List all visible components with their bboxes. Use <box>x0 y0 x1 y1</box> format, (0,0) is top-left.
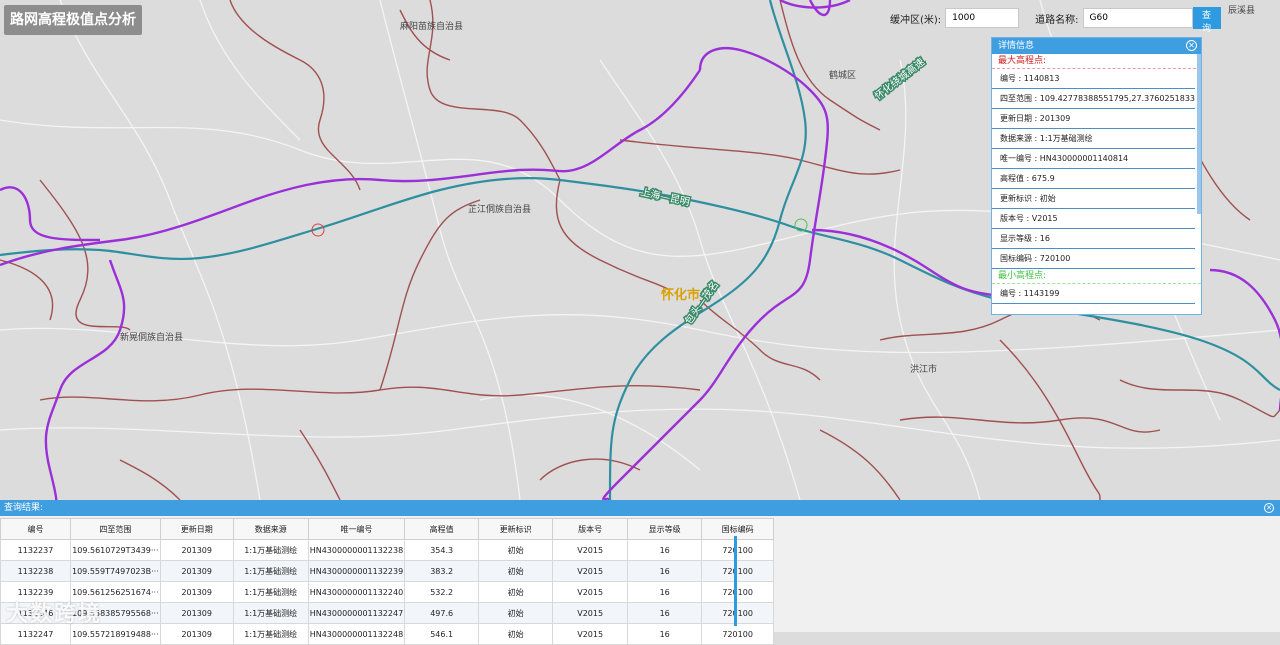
table-cell: 720100 <box>701 560 775 582</box>
watermark: 大数跨境 <box>6 602 103 627</box>
label-city-se: 洪江市 <box>910 363 937 375</box>
table-cell: 初始 <box>478 581 554 603</box>
table-cell: V2015 <box>552 581 629 603</box>
table-cell: V2015 <box>552 539 629 561</box>
table-cell: 初始 <box>478 539 554 561</box>
buffer-input[interactable] <box>945 8 1020 28</box>
table-cell: V2015 <box>552 602 629 624</box>
label-county-center: 芷江侗族自治县 <box>468 203 531 215</box>
table-row[interactable]: 1132237 109.5610729T3439··· 201309 1:1万基础测绘… <box>0 539 775 561</box>
table-cell: 1:1万基础测绘 <box>232 602 309 624</box>
results-table: 编号 四至范围 更新日期 数据来源 唯一编号 高程值 更新标识 版本号 显示等级 国标编码 113… <box>0 518 775 645</box>
query-button[interactable]: 查询 <box>1192 7 1221 34</box>
label-city: 怀化市 <box>661 287 700 303</box>
table-cell: 201309 <box>159 623 234 645</box>
table-cell: V2015 <box>552 623 629 645</box>
table-cell: 720100 <box>701 602 775 624</box>
table-cell: 720100 <box>701 581 775 603</box>
detail-panel: 详情信息 ✕ 最大高程点: 编号 : 1140813 四至范围 : 109.427… <box>991 37 1202 315</box>
table-cell: 354.3 <box>404 539 480 561</box>
table-cell: 1:1万基础测绘 <box>232 581 309 603</box>
table-cell: HN4300000001132248 <box>307 623 406 645</box>
road-name-label: 道路名称: <box>1035 14 1079 26</box>
table-cell: V2015 <box>552 560 629 582</box>
label-county-far: 辰溪县 <box>1228 4 1255 16</box>
table-cell: 16 <box>627 560 703 582</box>
table-cell: HN4300000001132247 <box>307 602 406 624</box>
detail-row: 数据来源 : 1:1万基础测绘 <box>992 129 1195 149</box>
table-row[interactable]: 1132246 109.558385795568··· 201309 1:1万基础测绘… <box>0 602 775 624</box>
results-close-icon[interactable]: ✕ <box>1264 503 1274 513</box>
detail-row: 四至范围 : 109.42778388551795,27.37602518331… <box>992 89 1195 109</box>
table-cell: 16 <box>627 581 703 603</box>
detail-body[interactable]: 最大高程点: 编号 : 1140813 四至范围 : 109.4277838855… <box>992 54 1201 314</box>
label-district-ne: 鹤城区 <box>829 69 856 81</box>
label-county-sw: 新晃侗族自治县 <box>120 331 183 343</box>
table-cell: 546.1 <box>404 623 480 645</box>
query-bar: 缓冲区(米): 道路名称: 查询 <box>890 7 1221 34</box>
buffer-label: 缓冲区(米): <box>890 14 942 26</box>
detail-header: 详情信息 ✕ <box>992 38 1201 54</box>
results-scrollbar[interactable] <box>734 536 737 626</box>
table-cell: 109.559T7497023B··· <box>70 560 161 582</box>
table-cell: 720100 <box>701 623 775 645</box>
results-title: 查询结果: <box>4 503 44 513</box>
results-header: 查询结果: ✕ <box>0 500 1280 516</box>
table-cell: 383.2 <box>404 560 480 582</box>
detail-min-row: 编号 : 1143199 <box>992 284 1195 304</box>
detail-row: 编号 : 1140813 <box>992 69 1195 89</box>
table-cell: 初始 <box>478 560 554 582</box>
label-county-nw: 麻阳苗族自治县 <box>400 20 463 32</box>
detail-close-icon[interactable]: ✕ <box>1186 40 1197 51</box>
max-elevation-title: 最大高程点: <box>992 54 1201 69</box>
column-header[interactable]: 版本号 <box>552 518 629 540</box>
table-cell: 1:1万基础测绘 <box>232 539 309 561</box>
app-title: 路网高程极值点分析 <box>4 5 142 35</box>
table-cell: 201309 <box>159 602 234 624</box>
column-header[interactable]: 高程值 <box>404 518 480 540</box>
table-cell: 1132238 <box>0 560 71 582</box>
column-header[interactable]: 国标编码 <box>701 518 775 540</box>
table-row[interactable]: 1132247 109.557218919488··· 201309 1:1万基础测绘… <box>0 623 775 645</box>
column-header[interactable]: 显示等级 <box>627 518 703 540</box>
detail-title: 详情信息 <box>998 41 1035 51</box>
table-cell: 1132237 <box>0 539 71 561</box>
column-header[interactable]: 更新日期 <box>159 518 234 540</box>
column-header[interactable]: 数据来源 <box>232 518 309 540</box>
table-cell: 16 <box>627 539 703 561</box>
detail-row: 国标编码 : 720100 <box>992 249 1195 269</box>
table-cell: 720100 <box>701 539 775 561</box>
detail-scrollbar[interactable] <box>1197 54 1201 214</box>
detail-row: 更新标识 : 初始 <box>992 189 1195 209</box>
table-cell: 初始 <box>478 623 554 645</box>
detail-row: 高程值 : 675.9 <box>992 169 1195 189</box>
table-cell: HN4300000001132239 <box>307 560 406 582</box>
table-cell: 532.2 <box>404 581 480 603</box>
table-cell: 16 <box>627 602 703 624</box>
table-cell: 201309 <box>159 581 234 603</box>
table-row[interactable]: 1132238 109.559T7497023B··· 201309 1:1万基础测绘… <box>0 560 775 582</box>
table-cell: 16 <box>627 623 703 645</box>
detail-row: 显示等级 : 16 <box>992 229 1195 249</box>
table-cell: 109.5610729T3439··· <box>70 539 161 561</box>
table-cell: 201309 <box>159 560 234 582</box>
detail-row: 更新日期 : 201309 <box>992 109 1195 129</box>
detail-row: 唯一编号 : HN430000001140814 <box>992 149 1195 169</box>
results-panel: 查询结果: ✕ 编号 四至范围 更新日期 数据来源 唯一编号 高程值 更新标识 版本号 显示等级… <box>0 500 1280 645</box>
road-name-input[interactable] <box>1082 8 1193 28</box>
detail-row: 版本号 : V2015 <box>992 209 1195 229</box>
table-cell: 201309 <box>159 539 234 561</box>
column-header[interactable]: 四至范围 <box>70 518 161 540</box>
table-cell: 1:1万基础测绘 <box>232 623 309 645</box>
min-elevation-title: 最小高程点: <box>992 269 1201 284</box>
table-row[interactable]: 1132239 109.561256251674··· 201309 1:1万基础测绘… <box>0 581 775 603</box>
table-cell: 1:1万基础测绘 <box>232 560 309 582</box>
table-cell: HN4300000001132238 <box>307 539 406 561</box>
column-header[interactable]: 更新标识 <box>478 518 554 540</box>
table-cell: HN4300000001132240 <box>307 581 406 603</box>
column-header[interactable]: 唯一编号 <box>307 518 406 540</box>
column-header[interactable]: 编号 <box>0 518 71 540</box>
table-cell: 497.6 <box>404 602 480 624</box>
table-cell: 初始 <box>478 602 554 624</box>
